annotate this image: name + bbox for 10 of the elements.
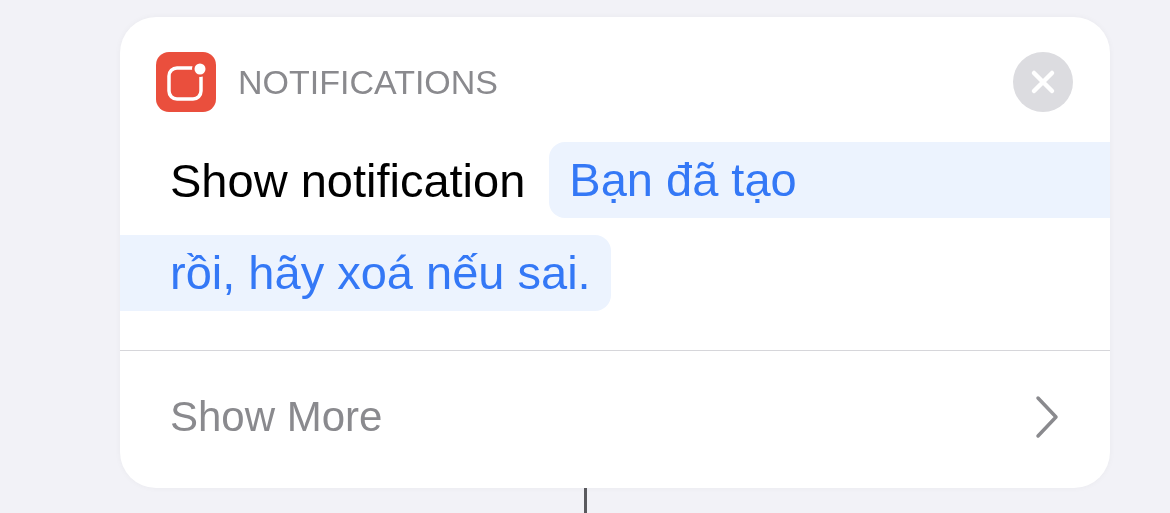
notification-text-token[interactable]: Bạn đã tạo <box>549 142 1110 218</box>
action-label: Show notification <box>170 152 526 208</box>
close-icon <box>1030 69 1056 95</box>
show-more-row[interactable]: Show More <box>120 351 1110 483</box>
close-button[interactable] <box>1013 52 1073 112</box>
chevron-right-icon <box>1034 395 1060 439</box>
app-name: NOTIFICATIONS <box>238 62 500 102</box>
show-more-label: Show More <box>170 393 383 441</box>
notification-app-icon <box>156 52 216 112</box>
notification-text-token[interactable]: rồi, hãy xoá nếu sai. <box>120 235 611 311</box>
